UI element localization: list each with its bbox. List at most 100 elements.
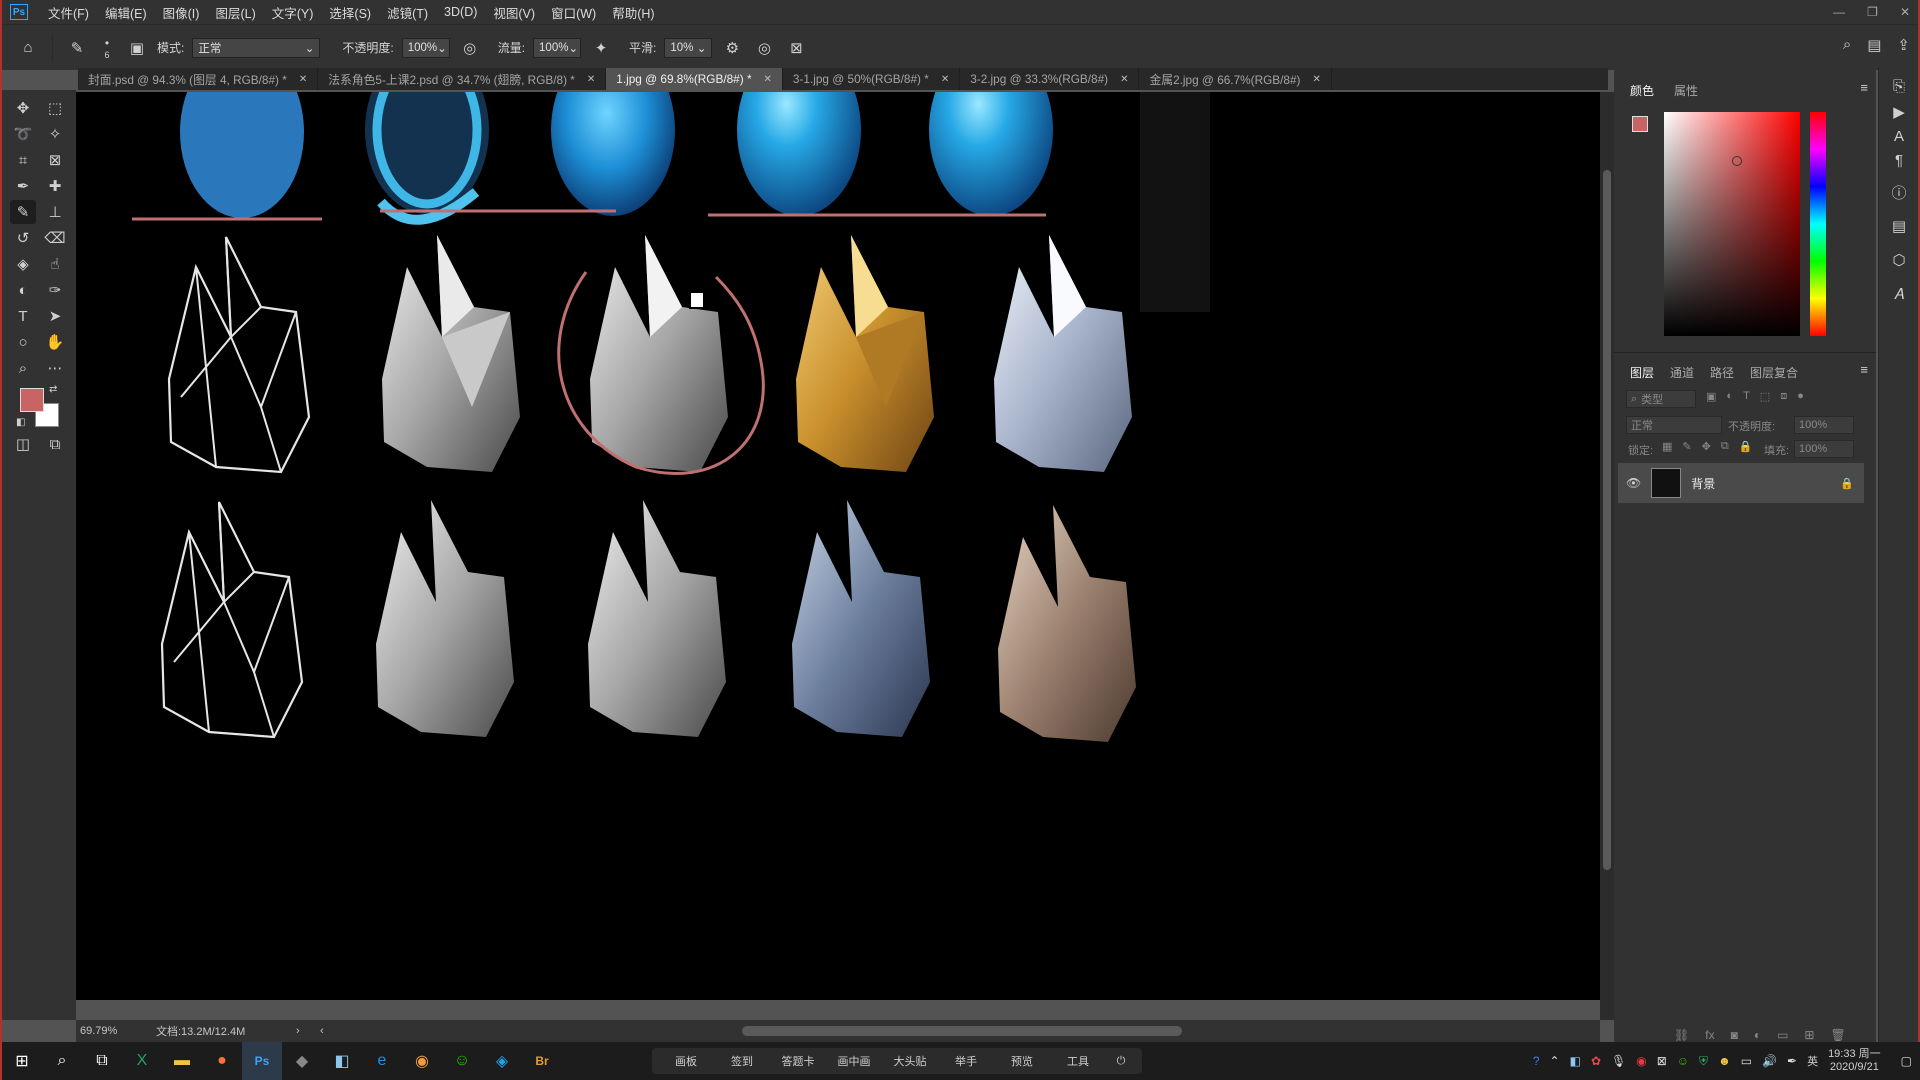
brush-preset-icon[interactable]: ✎ xyxy=(65,36,89,60)
info-icon[interactable]: ⓘ xyxy=(1887,180,1911,204)
trash-icon[interactable]: 🗑 xyxy=(1830,1028,1845,1042)
notifications-icon[interactable]: ▢ xyxy=(1901,1054,1912,1068)
share-icon[interactable]: ⇪ xyxy=(1897,36,1910,54)
notes-app-icon[interactable]: ◧ xyxy=(322,1042,362,1080)
app-2-icon[interactable]: ◈ xyxy=(482,1042,522,1080)
layer-filter-select[interactable]: ⌕ 类型 xyxy=(1626,390,1696,408)
healing-brush-icon[interactable]: ✚ xyxy=(42,174,68,198)
lasso-tool-icon[interactable]: ➰ xyxy=(10,122,36,146)
tab-paths[interactable]: 路径 xyxy=(1710,364,1734,381)
tab-color[interactable]: 颜色 xyxy=(1630,82,1654,99)
close-icon[interactable]: ✕ xyxy=(299,74,307,85)
smudge-tool-icon[interactable]: ☝ xyxy=(42,252,68,276)
color-picker-cursor[interactable] xyxy=(1732,156,1742,166)
brush-settings-icon[interactable]: ▣ xyxy=(125,36,149,60)
lock-transparent-icon[interactable]: ▦ xyxy=(1662,440,1672,453)
airbrush-icon[interactable]: ✦ xyxy=(589,36,613,60)
tray-app-icon[interactable]: ◧ xyxy=(1570,1054,1581,1068)
ime-indicator[interactable]: 英 xyxy=(1807,1053,1818,1069)
smoothing-field[interactable]: 10% ⌄ xyxy=(664,37,713,58)
qt-raise-hand[interactable]: 举手 xyxy=(938,1053,994,1069)
firefox-icon[interactable]: ● xyxy=(202,1042,242,1080)
tab-layers[interactable]: 图层 xyxy=(1630,364,1654,381)
tray-app-4-icon[interactable]: ☻ xyxy=(1718,1054,1731,1068)
smart-filter-icon[interactable]: ⧈ xyxy=(1780,390,1787,403)
home-icon[interactable]: ⌂ xyxy=(16,36,40,60)
wechat-icon[interactable]: ☺ xyxy=(442,1042,482,1080)
edge-icon[interactable]: e xyxy=(362,1042,402,1080)
menu-window[interactable]: 窗口(W) xyxy=(543,3,604,22)
chevron-left-icon[interactable]: ‹ xyxy=(320,1025,332,1037)
help-icon[interactable]: ? xyxy=(1533,1054,1540,1068)
qt-preview[interactable]: 预览 xyxy=(994,1053,1050,1069)
tab-3-1-jpg[interactable]: 3-1.jpg @ 50%(RGB/8#) * ✕ xyxy=(783,68,961,90)
qt-sign-in[interactable]: 签到 xyxy=(714,1053,770,1069)
scroll-thumb[interactable] xyxy=(1603,170,1611,870)
foreground-color-fill[interactable] xyxy=(20,388,44,412)
tab-layer-comps[interactable]: 图层复合 xyxy=(1750,364,1798,381)
menu-3d[interactable]: 3D(D) xyxy=(436,5,485,19)
zoom-tool-icon[interactable]: ⌕ xyxy=(10,356,36,380)
type-tool-icon[interactable]: T xyxy=(10,304,36,328)
close-icon[interactable]: ✕ xyxy=(587,74,595,85)
qt-answer-card[interactable]: 答题卡 xyxy=(770,1053,826,1069)
glyphs-icon[interactable]: 𝐴 xyxy=(1887,282,1911,306)
dodge-tool-icon[interactable]: ◐ xyxy=(10,278,36,302)
audio-app-icon[interactable]: ◉ xyxy=(402,1042,442,1080)
tray-chevron-icon[interactable]: ⌃ xyxy=(1550,1054,1560,1068)
excel-icon[interactable]: X xyxy=(122,1042,162,1080)
eye-icon[interactable]: 👁 xyxy=(1626,476,1641,490)
pen-icon[interactable]: ✒ xyxy=(1787,1054,1797,1068)
history-icon[interactable]: ⎘ xyxy=(1887,74,1911,98)
crop-tool-icon[interactable]: ⌗ xyxy=(10,148,36,172)
app-icon[interactable]: ◆ xyxy=(282,1042,322,1080)
windows-start-icon[interactable]: ⊞ xyxy=(2,1042,42,1080)
opacity-field[interactable]: 100% ⌄ xyxy=(401,37,450,58)
mode-select[interactable]: 正常 ⌄ xyxy=(192,37,321,58)
menu-select[interactable]: 选择(S) xyxy=(321,3,379,22)
lock-position-icon[interactable]: ✥ xyxy=(1702,440,1711,453)
ellipse-tool-icon[interactable]: ○ xyxy=(10,330,36,354)
close-icon[interactable]: ✕ xyxy=(1120,74,1128,85)
paragraph-icon[interactable]: ¶ xyxy=(1887,148,1911,172)
tab-1-jpg[interactable]: 1.jpg @ 69.8%(RGB/8#) * ✕ xyxy=(606,68,783,90)
menu-file[interactable]: 文件(F) xyxy=(40,3,97,22)
pixel-filter-icon[interactable]: ▣ xyxy=(1706,390,1716,403)
workspace-icon[interactable]: ▤ xyxy=(1867,36,1881,54)
add-mask-icon[interactable]: ◙ xyxy=(1731,1028,1738,1042)
screen-mode-icon[interactable]: ⧉ xyxy=(42,432,68,456)
qt-tools[interactable]: 工具 xyxy=(1050,1053,1106,1069)
network-icon[interactable]: ▭ xyxy=(1741,1054,1752,1068)
menu-layer[interactable]: 图层(L) xyxy=(207,3,263,22)
search-icon[interactable]: ⌕ xyxy=(42,1042,82,1080)
search-icon[interactable]: ⌕ xyxy=(1843,36,1851,54)
clock[interactable]: 19:33 周一 2020/9/21 xyxy=(1828,1048,1881,1074)
microphone-icon[interactable]: 🎙 xyxy=(1611,1054,1626,1068)
tray-app-2-icon[interactable]: ✿ xyxy=(1591,1054,1601,1068)
menu-image[interactable]: 图像(I) xyxy=(155,3,208,22)
actions-play-icon[interactable]: ▶ xyxy=(1887,100,1911,124)
color-field[interactable] xyxy=(1664,112,1800,336)
layer-name[interactable]: 背景 xyxy=(1691,475,1715,492)
panel-menu-icon[interactable]: ≡ xyxy=(1860,362,1868,377)
menu-help[interactable]: 帮助(H) xyxy=(604,3,662,22)
menu-type[interactable]: 文字(Y) xyxy=(264,3,322,22)
bridge-icon[interactable]: Br xyxy=(522,1042,562,1080)
tab-metal2-jpg[interactable]: 金属2.jpg @ 66.7%(RGB/8#) ✕ xyxy=(1139,68,1332,90)
lock-all-icon[interactable]: 🔒 xyxy=(1739,440,1753,453)
tab-properties[interactable]: 属性 xyxy=(1674,82,1698,99)
close-icon[interactable]: ✕ xyxy=(764,74,772,85)
close-icon[interactable]: ✕ xyxy=(1312,74,1320,85)
new-layer-icon[interactable]: ⊞ xyxy=(1804,1028,1814,1042)
photoshop-taskbar-icon[interactable]: Ps xyxy=(242,1042,282,1080)
brush-size-picker[interactable]: • 6 xyxy=(97,36,117,60)
adjustment-filter-icon[interactable]: ◐ xyxy=(1726,390,1733,403)
tab-channels[interactable]: 通道 xyxy=(1670,364,1694,381)
restore-icon[interactable]: ❐ xyxy=(1867,5,1878,19)
filter-toggle-icon[interactable]: ● xyxy=(1797,390,1804,403)
tab-character[interactable]: 法系角色5-上课2.psd @ 34.7% (翅膀, RGB/8) * ✕ xyxy=(318,68,607,90)
history-brush-icon[interactable]: ↺ xyxy=(10,226,36,250)
panel-menu-icon[interactable]: ≡ xyxy=(1860,80,1868,95)
menu-view[interactable]: 视图(V) xyxy=(485,3,543,22)
tab-3-2-jpg[interactable]: 3-2.jpg @ 33.3%(RGB/8#) ✕ xyxy=(960,68,1140,90)
